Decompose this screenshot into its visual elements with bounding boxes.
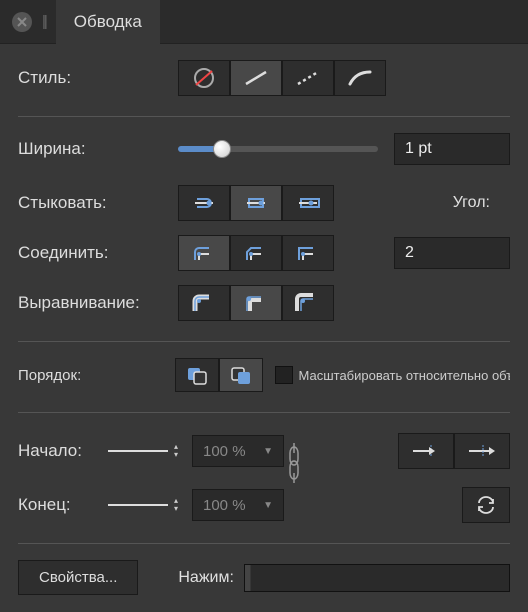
style-none-button[interactable] [178, 60, 230, 96]
chevron-down-icon: ▼ [263, 446, 273, 457]
align-center-button[interactable] [178, 285, 230, 321]
separator [18, 412, 510, 413]
join-label: Соединить: [18, 243, 178, 263]
scale-label: Масштабировать относительно объ [299, 368, 511, 383]
align-inside-button[interactable] [230, 285, 282, 321]
chevron-down-icon[interactable]: ▾ [174, 505, 178, 513]
align-outside-button[interactable] [282, 285, 334, 321]
start-pct-select[interactable]: 100 % ▼ [192, 435, 284, 467]
tab-bar: || Обводка [0, 0, 528, 44]
panel-grip-icon[interactable]: || [42, 13, 46, 30]
order-label: Порядок: [18, 367, 175, 384]
end-label: Конец: [18, 495, 108, 515]
order-options [175, 358, 263, 392]
style-solid-button[interactable] [230, 60, 282, 96]
style-label: Стиль: [18, 68, 178, 88]
join-options [178, 235, 334, 271]
cap-options [178, 185, 334, 221]
link-chain-icon[interactable] [284, 441, 304, 485]
chevron-down-icon[interactable]: ▾ [174, 451, 178, 459]
chevron-down-icon: ▼ [263, 500, 273, 511]
start-label: Начало: [18, 441, 108, 461]
order-behind-button[interactable] [175, 358, 219, 392]
arrow-place-end-button[interactable] [398, 433, 454, 469]
join-bevel-button[interactable] [230, 235, 282, 271]
order-front-button[interactable] [219, 358, 263, 392]
properties-button[interactable]: Свойства... [18, 560, 138, 595]
start-pct-value: 100 % [203, 443, 246, 460]
separator [18, 116, 510, 117]
join-round-button[interactable] [178, 235, 230, 271]
align-label: Выравнивание: [18, 293, 178, 313]
pressure-input[interactable] [244, 564, 510, 592]
close-icon[interactable] [12, 12, 32, 32]
end-arrow-select[interactable]: ▴▾ [108, 491, 178, 519]
end-pct-value: 100 % [203, 497, 246, 514]
scale-checkbox[interactable] [275, 366, 293, 384]
cap-butt-button[interactable] [230, 185, 282, 221]
cap-round-button[interactable] [178, 185, 230, 221]
slider-thumb-icon[interactable] [213, 140, 231, 158]
style-brush-button[interactable] [334, 60, 386, 96]
cap-label: Стыковать: [18, 193, 178, 213]
join-miter-button[interactable] [282, 235, 334, 271]
style-options [178, 60, 386, 96]
align-options [178, 285, 334, 321]
separator [18, 341, 510, 342]
width-input[interactable] [394, 133, 510, 165]
tab-stroke[interactable]: Обводка [56, 0, 160, 44]
miter-input[interactable] [394, 237, 510, 269]
angle-label: Угол: [453, 194, 490, 212]
start-arrow-select[interactable]: ▴▾ [108, 437, 178, 465]
width-label: Ширина: [18, 139, 178, 159]
style-dashed-button[interactable] [282, 60, 334, 96]
end-pct-select[interactable]: 100 % ▼ [192, 489, 284, 521]
separator [18, 543, 510, 544]
pressure-label: Нажим: [178, 569, 234, 587]
arrow-place-past-button[interactable] [454, 433, 510, 469]
cap-square-button[interactable] [282, 185, 334, 221]
width-slider[interactable] [178, 146, 378, 152]
swap-arrows-button[interactable] [462, 487, 510, 523]
